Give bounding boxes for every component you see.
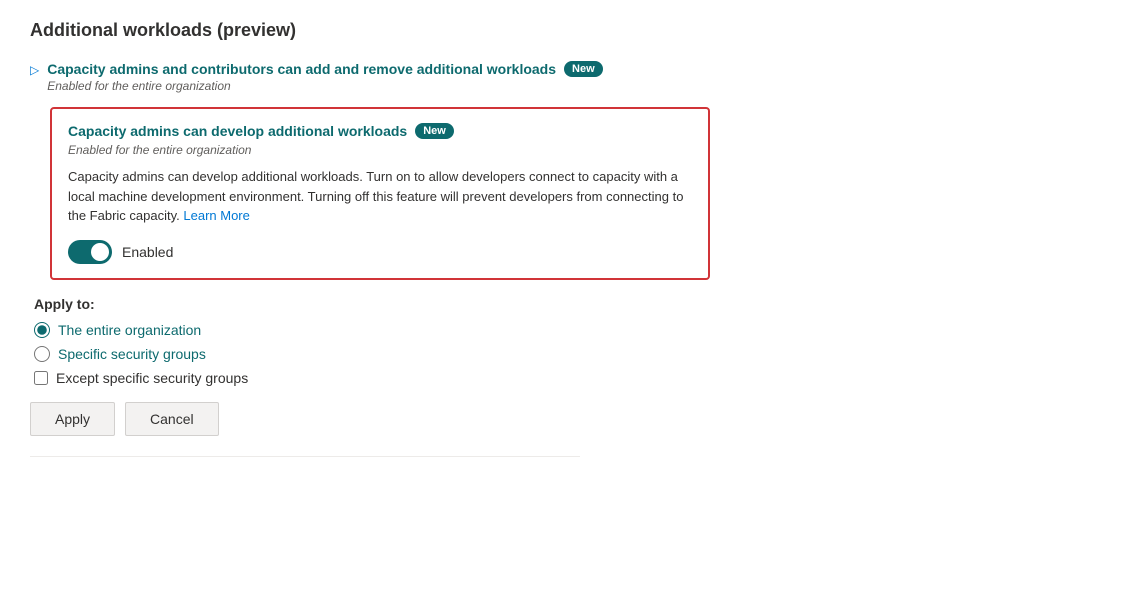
radio-specific-groups[interactable]: Specific security groups <box>34 346 1114 362</box>
apply-to-section: Apply to: The entire organization Specif… <box>34 296 1114 386</box>
description-text-content: Capacity admins can develop additional w… <box>68 169 683 223</box>
apply-to-title: Apply to: <box>34 296 1114 312</box>
workload-item-2-panel: Capacity admins can develop additional w… <box>50 107 710 280</box>
toggle-thumb <box>91 243 109 261</box>
workload-item-2-title: Capacity admins can develop additional w… <box>68 123 407 139</box>
page-title: Additional workloads (preview) <box>30 20 1114 41</box>
workload-item-1: ▷ Capacity admins and contributors can a… <box>30 61 1114 93</box>
workload-item-2-badge: New <box>415 123 454 139</box>
toggle-label: Enabled <box>122 244 173 260</box>
button-row: Apply Cancel <box>30 402 1114 436</box>
workload-item-1-header: Capacity admins and contributors can add… <box>47 61 1114 77</box>
apply-button[interactable]: Apply <box>30 402 115 436</box>
checkbox-except-groups[interactable]: Except specific security groups <box>34 370 1114 386</box>
checkbox-except-groups-label: Except specific security groups <box>56 370 248 386</box>
workload-item-1-content: Capacity admins and contributors can add… <box>47 61 1114 93</box>
workload-item-2-header: Capacity admins can develop additional w… <box>68 123 692 139</box>
workload-item-1-subtitle: Enabled for the entire organization <box>47 79 1114 93</box>
section-divider <box>30 456 580 457</box>
radio-entire-org-label: The entire organization <box>58 322 201 338</box>
workload-item-1-title: Capacity admins and contributors can add… <box>47 61 556 77</box>
radio-entire-org-input[interactable] <box>34 322 50 338</box>
enabled-toggle[interactable] <box>68 240 112 264</box>
radio-specific-groups-label: Specific security groups <box>58 346 206 362</box>
cancel-button[interactable]: Cancel <box>125 402 219 436</box>
checkbox-except-groups-input[interactable] <box>34 371 48 385</box>
workload-item-1-badge: New <box>564 61 603 77</box>
radio-specific-groups-input[interactable] <box>34 346 50 362</box>
workload-item-2-description: Capacity admins can develop additional w… <box>68 167 692 226</box>
workload-item-2-subtitle: Enabled for the entire organization <box>68 143 692 157</box>
chevron-right-icon[interactable]: ▷ <box>30 63 39 77</box>
toggle-row: Enabled <box>68 240 692 264</box>
learn-more-link[interactable]: Learn More <box>183 208 249 223</box>
toggle-track <box>68 240 112 264</box>
radio-entire-org[interactable]: The entire organization <box>34 322 1114 338</box>
